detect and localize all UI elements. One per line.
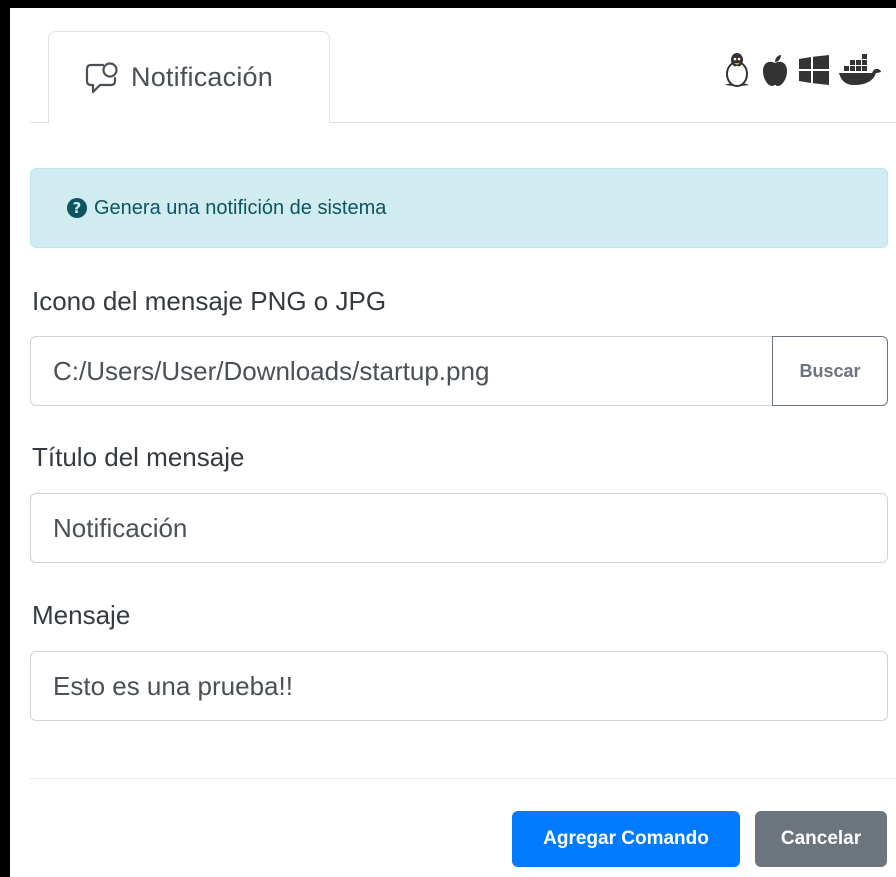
- footer-divider: [30, 778, 896, 779]
- message-input[interactable]: [30, 651, 888, 721]
- windows-icon: [798, 55, 830, 85]
- title-input[interactable]: [30, 493, 888, 563]
- docker-icon: [838, 54, 882, 86]
- browse-button[interactable]: Buscar: [772, 336, 888, 406]
- speech-bubble-icon: [85, 61, 119, 95]
- cancel-button[interactable]: Cancelar: [755, 811, 887, 867]
- tab-notification[interactable]: Notificación: [48, 31, 330, 123]
- file-input-group: Buscar: [30, 336, 888, 406]
- os-icons: [722, 52, 882, 88]
- title-field-label: Título del mensaje: [32, 442, 245, 472]
- alert-text: Genera una notifición de sistema: [94, 196, 387, 219]
- icon-path-input[interactable]: [30, 336, 772, 406]
- linux-icon: [722, 52, 752, 88]
- info-alert: ? Genera una notifición de sistema: [30, 168, 888, 248]
- question-circle-icon: ?: [67, 198, 87, 218]
- dialog-frame: Notificación ? Genera una notifición de …: [10, 8, 896, 877]
- add-command-button[interactable]: Agregar Comando: [512, 811, 740, 867]
- message-field-label: Mensaje: [32, 600, 131, 630]
- icon-field-label: Icono del mensaje PNG o JPG: [32, 286, 387, 316]
- apple-icon: [760, 53, 790, 87]
- tab-label: Notificación: [131, 62, 273, 92]
